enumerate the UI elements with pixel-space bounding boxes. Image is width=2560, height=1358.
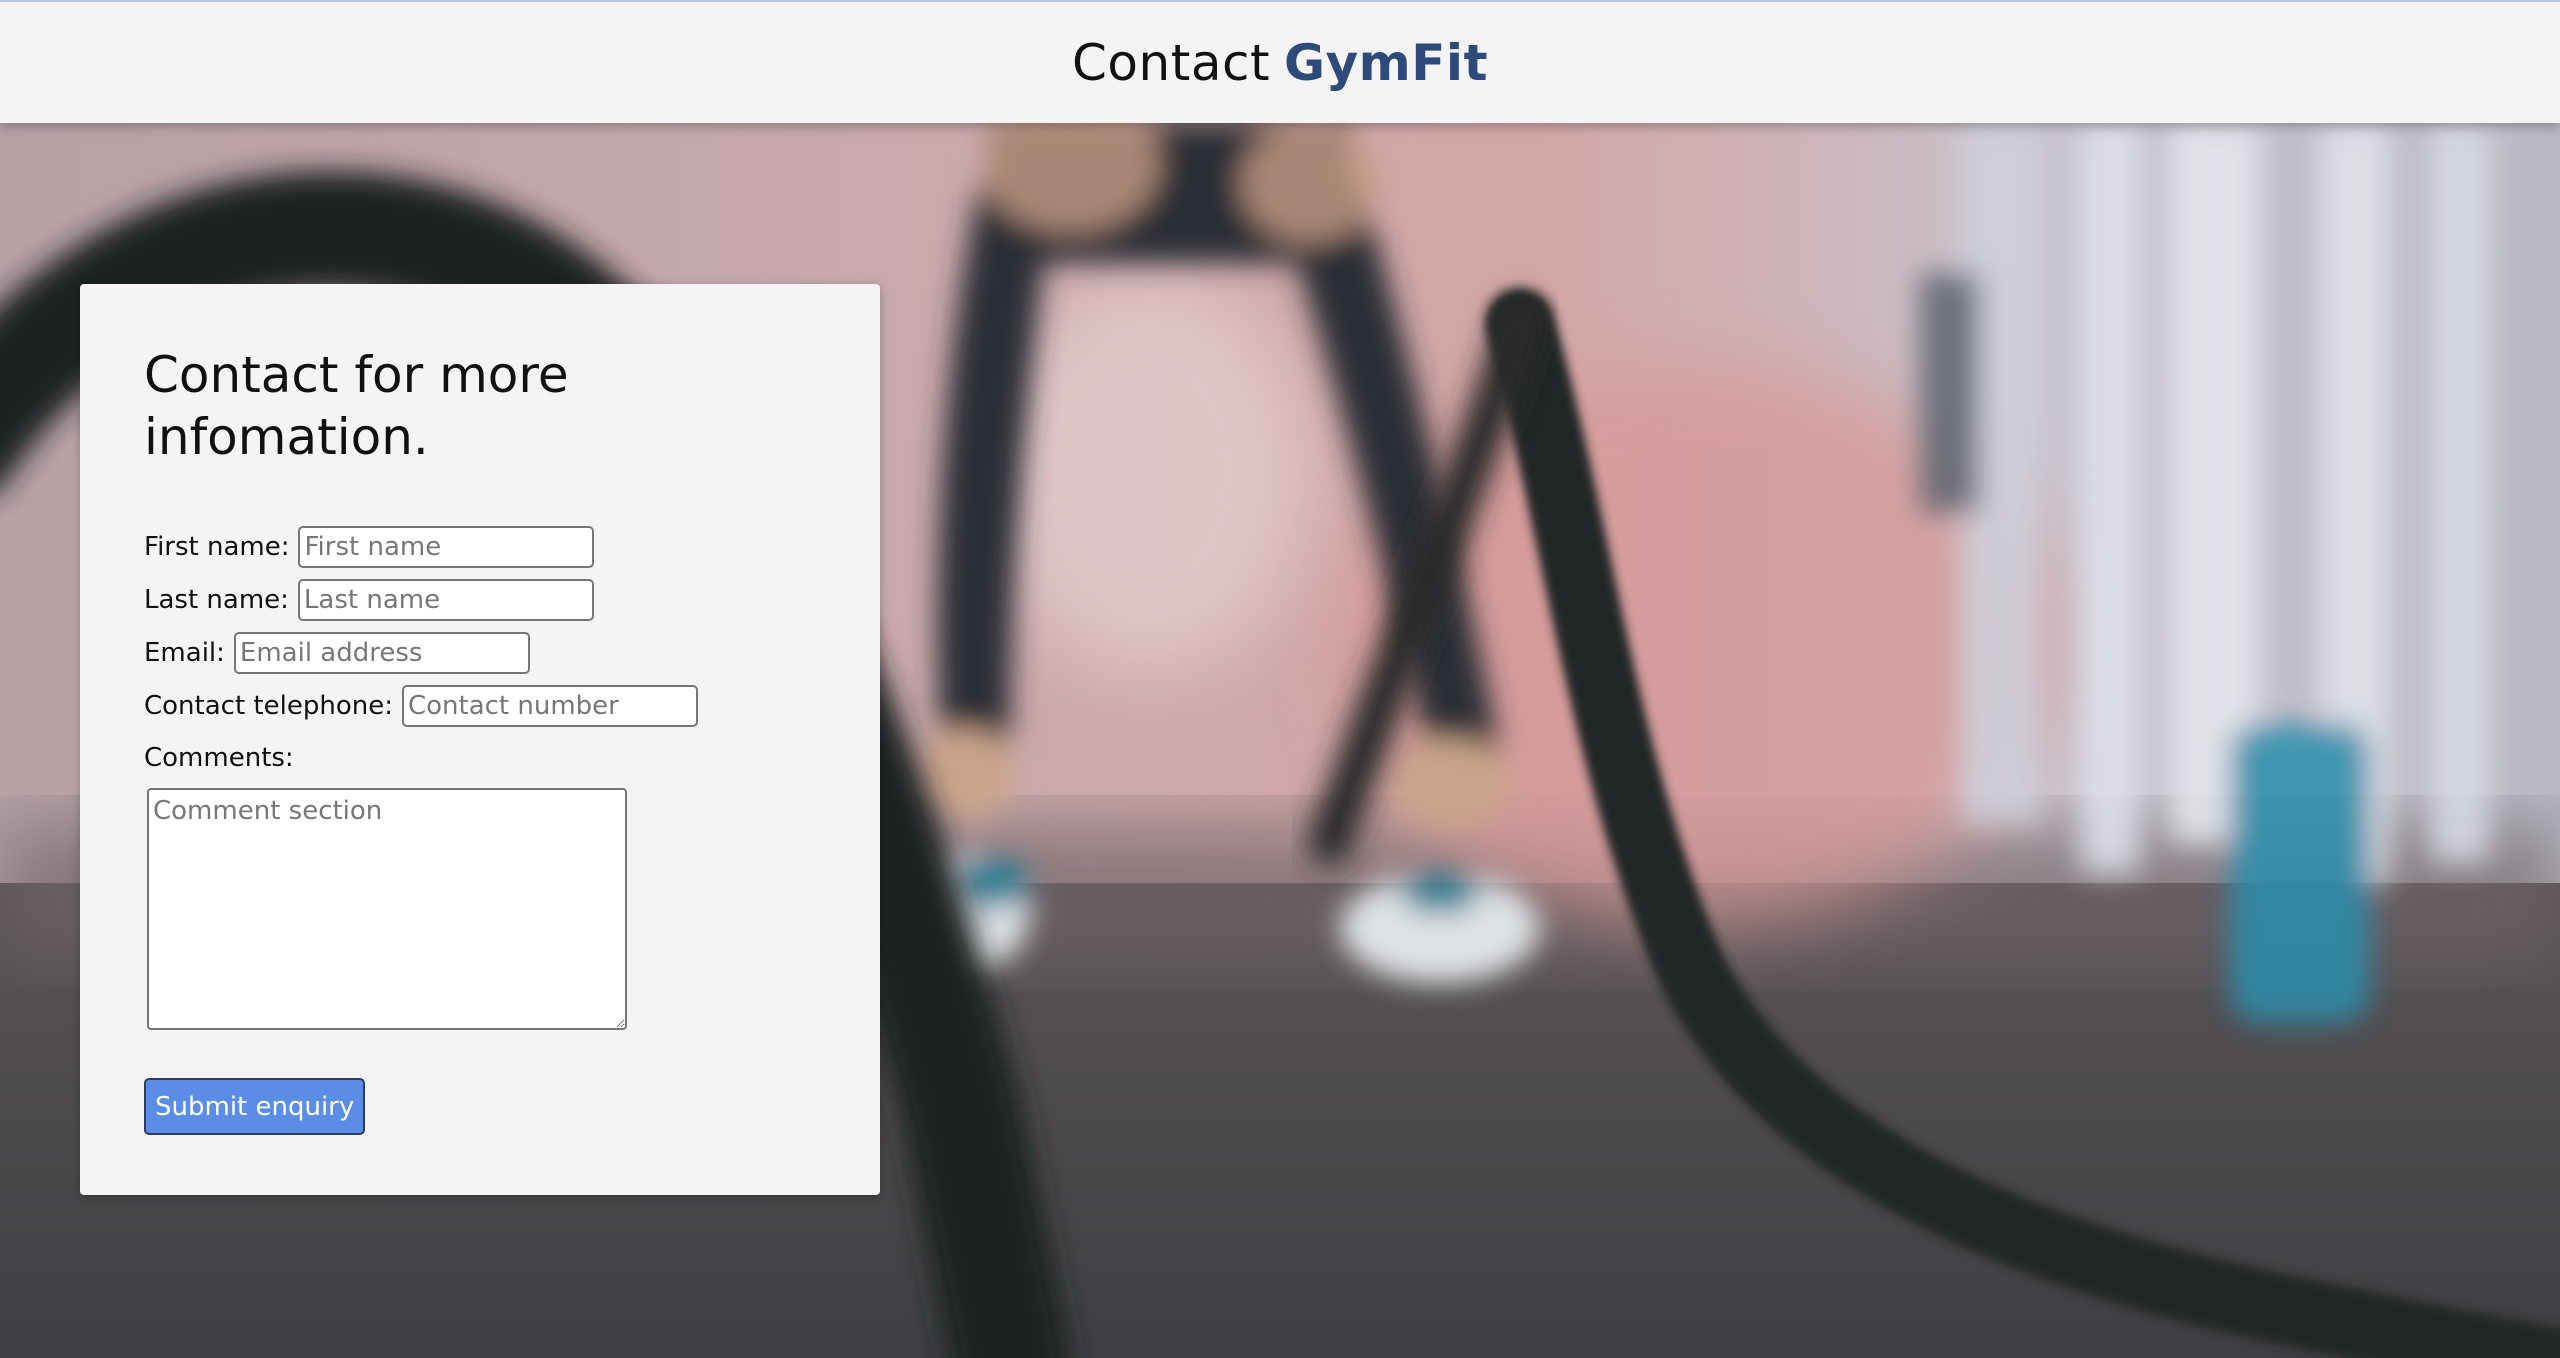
last-name-label: Last name: [144,584,289,615]
last-name-row: Last name: [144,573,816,626]
email-row: Email: [144,626,816,679]
telephone-input[interactable] [401,684,698,727]
page-title-prefix: Contact [1072,33,1271,92]
email-input[interactable] [233,631,530,674]
page-title: Contact GymFit [1072,34,1488,92]
last-name-input[interactable] [297,578,594,621]
page-header: Contact GymFit [0,0,2560,123]
first-name-input[interactable] [298,525,595,568]
submit-enquiry-button[interactable]: Submit enquiry [144,1078,366,1135]
contact-heading: Contact for more infomation. [144,346,569,466]
telephone-row: Contact telephone: [144,679,816,732]
comments-textarea[interactable] [147,788,627,1030]
comments-label: Comments: [144,743,294,773]
email-label: Email: [144,637,225,668]
first-name-row: First name: [144,520,816,573]
brand-name: GymFit [1284,33,1488,92]
contact-card: Contact for more infomation. First name:… [80,284,880,1195]
first-name-label: First name: [144,531,290,562]
telephone-label: Contact telephone: [144,690,393,721]
